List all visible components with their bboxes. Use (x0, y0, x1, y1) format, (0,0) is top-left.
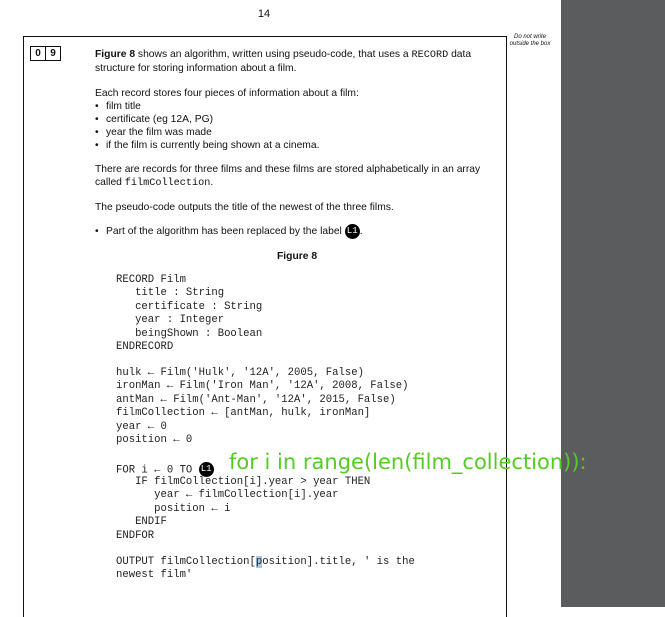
record-fields-list: film title certificate (eg 12A, PG) year… (95, 100, 319, 152)
list-item: film title (95, 100, 319, 113)
margin-note: Do not write outside the box (509, 34, 551, 47)
list-item: if the film is currently being shown at … (95, 139, 319, 152)
code-output: OUTPUT filmCollection[position].title, '… (116, 556, 415, 583)
viewer-side-panel (561, 0, 665, 607)
list-item: year the film was made (95, 126, 319, 139)
record-intro: Each record stores four pieces of inform… (95, 88, 359, 99)
intro-paragraph: Figure 8 shows an algorithm, written usi… (95, 48, 505, 75)
array-name: filmCollection (124, 178, 211, 189)
figure-caption: Figure 8 (277, 251, 318, 262)
list-item: certificate (eg 12A, PG) (95, 113, 319, 126)
intro-text-1: shows an algorithm, written using pseudo… (135, 49, 412, 60)
replaced-label-note: • Part of the algorithm has been replaced… (95, 224, 363, 239)
python-answer-overlay[interactable]: for i in range(len(film_collection)): (229, 450, 587, 474)
code-assignments: hulk ← Film('Hulk', '12A', 2005, False) … (116, 367, 409, 447)
replaced-text: Part of the algorithm has been replaced … (106, 226, 345, 238)
array-paragraph: There are records for three films and th… (95, 163, 495, 190)
figure-reference: Figure 8 (95, 49, 136, 60)
question-number: 0 9 (30, 46, 61, 61)
for-line-prefix: FOR i ← 0 TO (116, 464, 199, 477)
output-line-a: OUTPUT filmCollection[ (116, 556, 256, 568)
question-digit-2: 9 (45, 46, 61, 61)
array-end: . (210, 177, 214, 188)
output-paragraph: The pseudo-code outputs the title of the… (95, 202, 394, 213)
code-loop-body: IF filmCollection[i].year > year THEN ye… (116, 476, 371, 542)
question-digit-1: 0 (30, 46, 46, 61)
label-l1-badge: L1 (198, 462, 214, 477)
code-record-definition: RECORD Film title : String certificate :… (116, 274, 263, 354)
page-number: 14 (257, 8, 271, 20)
record-keyword: RECORD (411, 50, 449, 61)
label-l1-badge: L1 (344, 224, 360, 239)
